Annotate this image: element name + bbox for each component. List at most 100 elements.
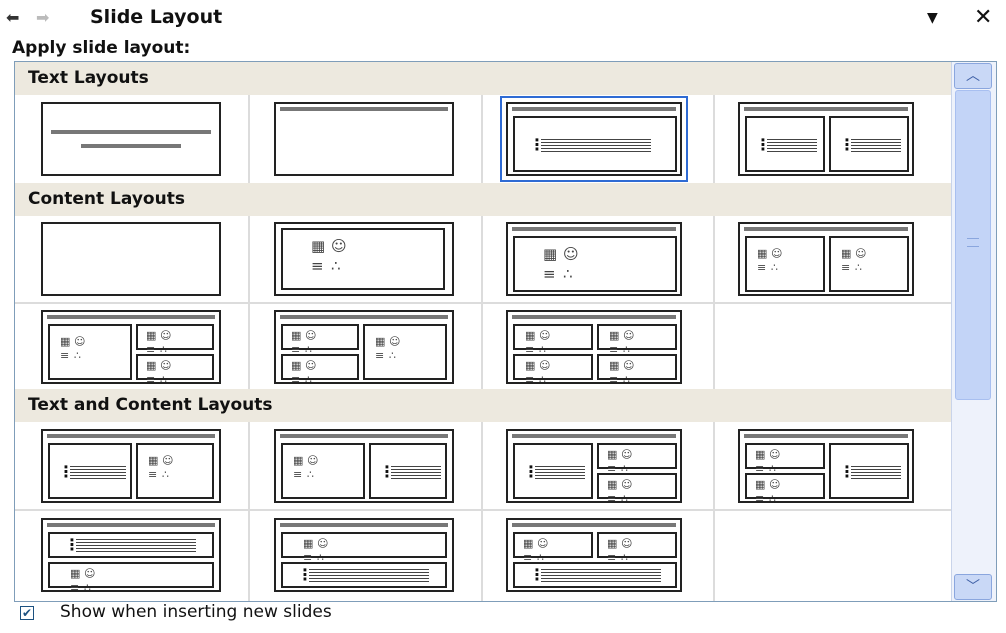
content-placeholder-icon: ≡	[757, 261, 767, 274]
placeholder-box: ⋮	[281, 562, 447, 588]
text-line	[76, 545, 196, 546]
text-line	[851, 145, 901, 146]
content-placeholder-icon: ∴	[74, 349, 81, 362]
placeholder-box: ⋮	[829, 116, 909, 172]
content-placeholder-icon: ∴	[539, 373, 546, 386]
scroll-thumb[interactable]	[955, 90, 991, 400]
layout-thumbnail-title-and-4-content[interactable]: ▦ ☺ ≡ ∴ ▦ ☺ ≡ ∴ ▦ ☺ ≡ ∴ ▦ ☺ ≡ ∴	[506, 310, 682, 386]
column-divider	[248, 422, 250, 601]
placeholder-box: ▦ ☺ ≡ ∴	[136, 443, 214, 499]
content-placeholder-icon: ∴	[162, 468, 169, 481]
content-placeholder-icon: ▦	[543, 245, 558, 263]
layout-thumbnail-content[interactable]: ▦ ☺ ≡ ∴	[274, 222, 454, 296]
placeholder-box: ▦ ☺ ≡ ∴	[281, 532, 447, 564]
content-placeholder-icon: ≡	[543, 265, 556, 283]
back-arrow-icon[interactable]: ⬅	[6, 6, 19, 30]
placeholder-box: ▦ ☺ ≡ ∴	[597, 443, 677, 475]
text-line	[391, 469, 441, 470]
section-content-layouts: Content Layouts	[15, 183, 951, 216]
layout-thumbnail-title-content-and-2-content[interactable]: ▦ ☺ ≡ ∴ ▦ ☺ ≡ ∴ ▦ ☺ ≡ ∴	[41, 310, 221, 386]
text-line	[535, 478, 585, 479]
row-divider	[15, 302, 951, 304]
layout-thumbnail-title-2-content-and-text[interactable]: ▦ ☺ ≡ ∴ ▦ ☺ ≡ ∴ ⋮	[738, 429, 914, 505]
scroll-grip-icon	[967, 238, 979, 247]
close-icon[interactable]: ✕	[974, 5, 992, 30]
text-line	[851, 478, 901, 479]
content-placeholder-icon: ∴	[771, 261, 778, 274]
layout-thumbnail-blank[interactable]	[41, 222, 221, 296]
placeholder-box: ▦ ☺ ≡ ∴	[513, 324, 593, 356]
content-placeholder-icon: ≡	[146, 373, 156, 386]
text-line	[70, 478, 126, 479]
section-label: Content Layouts	[28, 189, 185, 209]
title-bar-mark	[744, 434, 908, 438]
text-line	[767, 148, 817, 149]
placeholder-box: ▦ ☺ ≡ ∴	[745, 443, 825, 475]
forward-arrow-icon[interactable]: ➡	[36, 6, 49, 30]
layout-thumbnail-title-2-content-over-text[interactable]: ▦ ☺ ≡ ∴ ▦ ☺ ≡ ∴ ⋮	[506, 518, 682, 592]
placeholder-box: ▦ ☺ ≡ ∴	[136, 354, 214, 386]
placeholder-box: ▦ ☺ ≡ ∴	[513, 532, 593, 564]
layout-thumbnail-title-and-2-content[interactable]: ▦ ☺ ≡ ∴ ▦ ☺ ≡ ∴	[738, 222, 914, 296]
placeholder-box: ▦ ☺ ≡ ∴	[513, 236, 677, 292]
title-bar-mark	[51, 130, 211, 134]
title-bar-mark	[47, 434, 215, 438]
layout-thumbnail-title-and-text[interactable]: ⋮	[500, 96, 688, 182]
placeholder-box: ▦ ☺ ≡ ∴	[281, 228, 445, 290]
placeholder-box: ▦ ☺ ≡ ∴	[745, 473, 825, 505]
placeholder-box: ⋮	[48, 443, 132, 499]
content-placeholder-icon: ∴	[305, 373, 312, 386]
placeholder-box: ▦ ☺ ≡ ∴	[136, 324, 214, 356]
placeholder-box: ▦ ☺ ≡ ∴	[829, 236, 909, 292]
layout-thumbnail-title-slide[interactable]	[41, 102, 221, 176]
content-placeholder-icon: ≡	[375, 349, 385, 362]
text-line	[309, 581, 429, 582]
text-line	[851, 148, 901, 149]
title-bar-mark	[512, 523, 676, 527]
content-placeholder-icon: ∴	[563, 265, 573, 283]
text-line	[76, 542, 196, 543]
title-bar-mark	[744, 107, 908, 111]
text-line	[541, 581, 661, 582]
layout-thumbnail-title-only[interactable]	[274, 102, 454, 176]
apply-layout-label: Apply slide layout:	[12, 38, 191, 58]
show-when-inserting-label: Show when inserting new slides	[60, 602, 332, 622]
pane-dropdown-icon[interactable]: ▼	[927, 10, 938, 26]
text-line	[851, 469, 901, 470]
text-line	[851, 139, 901, 140]
column-divider	[713, 95, 715, 183]
layout-thumbnail-title-text-and-content[interactable]: ⋮ ▦ ☺ ≡ ∴	[41, 429, 221, 503]
section-text-layouts: Text Layouts	[15, 62, 951, 95]
title-bar-mark	[512, 434, 676, 438]
section-text-and-content-layouts: Text and Content Layouts	[15, 389, 951, 422]
title-bar-mark	[744, 227, 908, 231]
layout-thumbnail-title-content-over-text[interactable]: ▦ ☺ ≡ ∴ ⋮	[274, 518, 454, 592]
layout-thumbnail-title-and-2-column-text[interactable]: ⋮ ⋮	[738, 102, 914, 176]
title-bar-mark	[81, 144, 181, 148]
content-placeholder-icon: ≡	[607, 492, 617, 505]
text-line	[309, 578, 429, 579]
content-placeholder-icon: ∴	[769, 492, 776, 505]
text-line	[309, 572, 429, 573]
text-line	[767, 142, 817, 143]
layout-thumbnail-title-and-content[interactable]: ▦ ☺ ≡ ∴	[506, 222, 682, 296]
layout-thumbnail-title-2-content-and-content[interactable]: ▦ ☺ ≡ ∴ ▦ ☺ ≡ ∴ ▦ ☺ ≡ ∴	[274, 310, 454, 386]
column-divider	[713, 422, 715, 601]
layout-thumbnail-title-text-over-content[interactable]: ⋮ ▦ ☺ ≡ ∴	[41, 518, 221, 594]
placeholder-box: ▦ ☺ ≡ ∴	[597, 324, 677, 356]
scroll-down-button[interactable]: ﹀	[954, 574, 992, 600]
show-when-inserting-checkbox[interactable]: ✔	[20, 606, 34, 620]
text-line	[541, 151, 651, 152]
layout-thumbnail-title-text-and-2-content[interactable]: ⋮ ▦ ☺ ≡ ∴ ▦ ☺ ≡ ∴	[506, 429, 682, 505]
pane-title: Slide Layout	[90, 6, 223, 28]
content-placeholder-icon: ≡	[525, 373, 535, 386]
scroll-up-button[interactable]: ︿	[954, 63, 992, 89]
content-placeholder-icon: ≡	[755, 492, 765, 505]
text-line	[541, 139, 651, 140]
text-line	[391, 475, 441, 476]
vertical-scrollbar[interactable]: ︿ ﹀	[951, 62, 996, 601]
layout-thumbnail-title-content-and-text[interactable]: ▦ ☺ ≡ ∴ ⋮	[274, 429, 454, 503]
text-line	[541, 575, 661, 576]
text-line	[851, 151, 901, 152]
placeholder-box: ▦ ☺ ≡ ∴	[745, 236, 825, 292]
